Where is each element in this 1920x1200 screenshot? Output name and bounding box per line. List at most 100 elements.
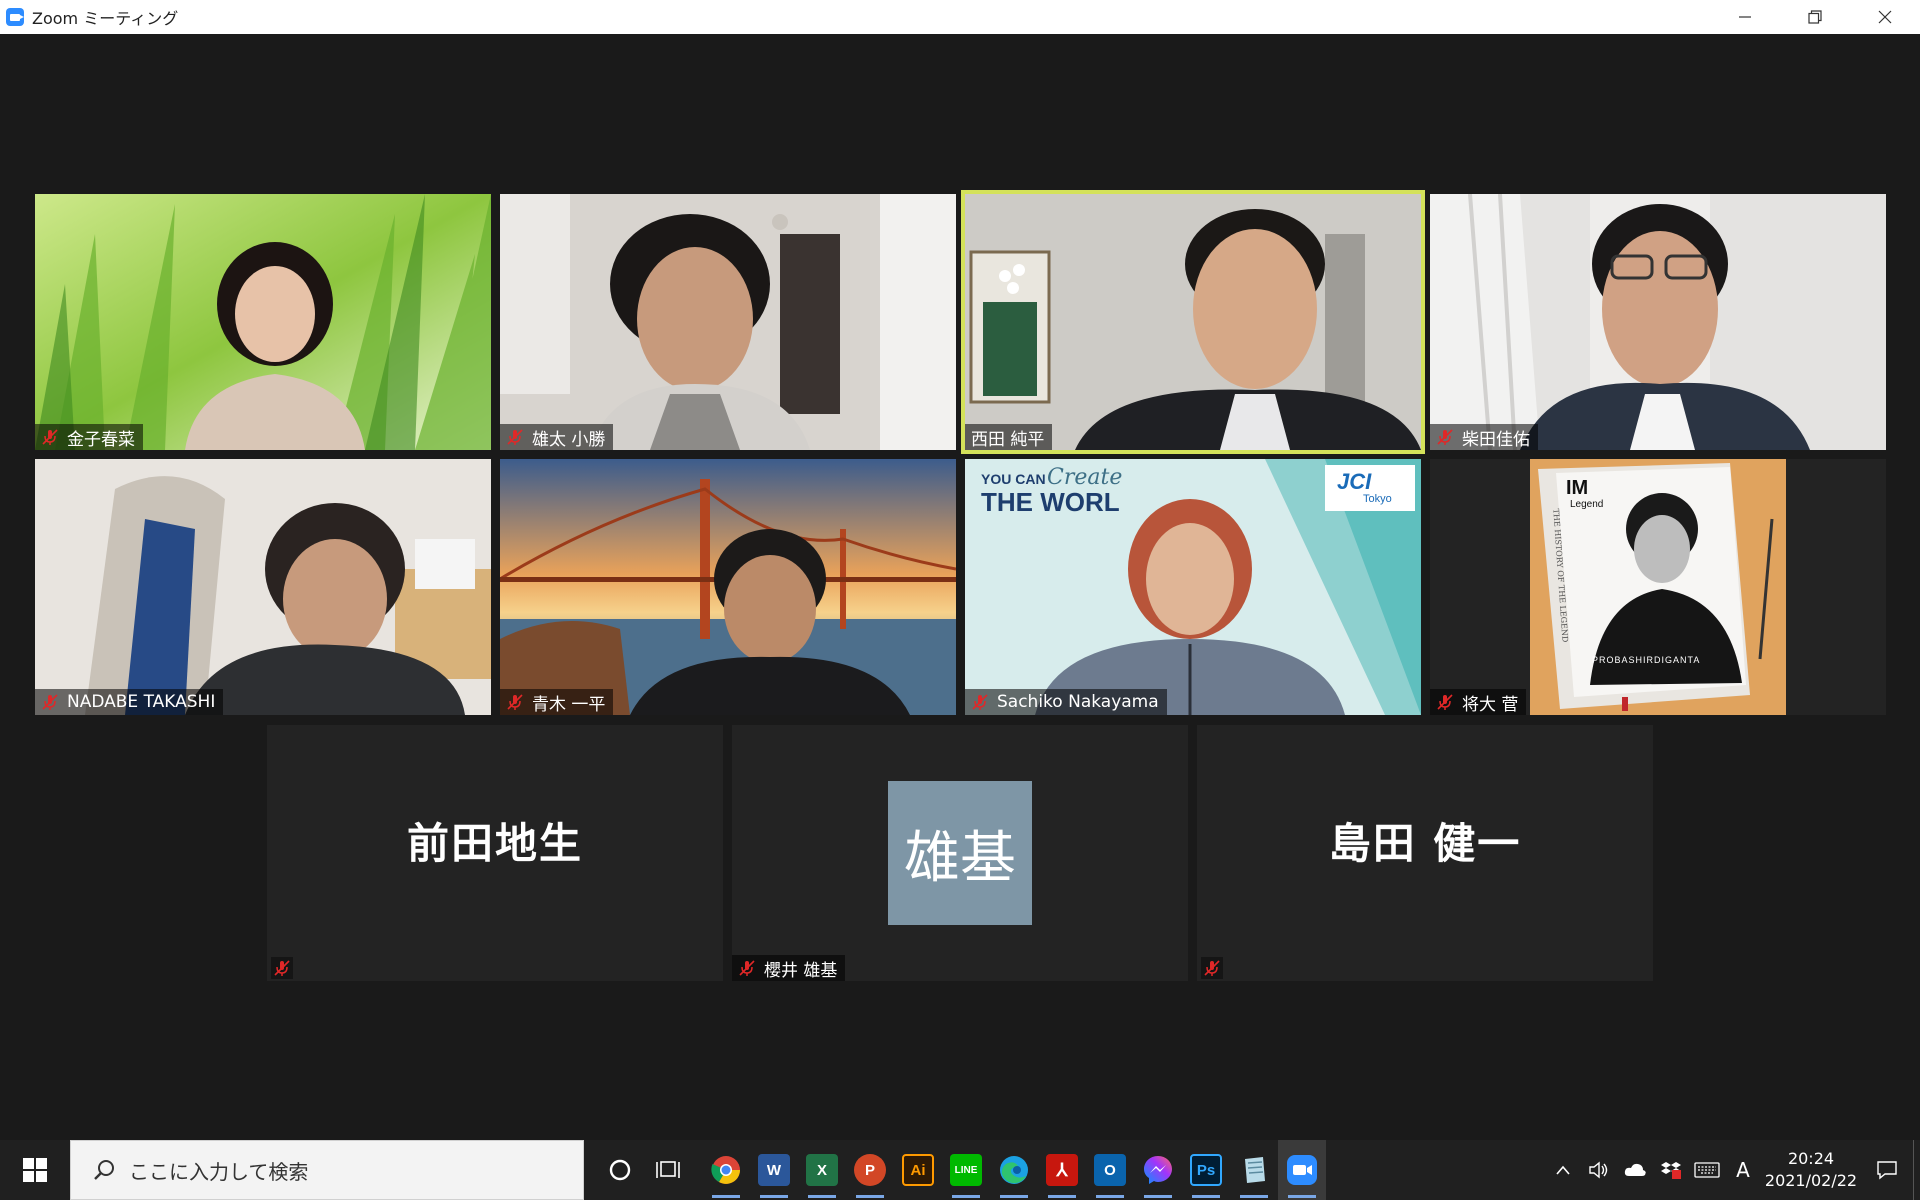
- participant-name-tag: Sachiko Nakayama: [965, 689, 1167, 715]
- mic-muted-icon: [972, 694, 988, 710]
- background-slogan-bottom: THE WORL: [981, 487, 1120, 517]
- edge-icon: [1000, 1156, 1028, 1184]
- keyboard-button[interactable]: [1689, 1140, 1725, 1200]
- video-tile-aoki[interactable]: 青木 一平: [500, 459, 956, 715]
- mic-muted-icon: [507, 694, 523, 710]
- system-tray: A 20:24 2021/02/22: [1545, 1140, 1920, 1200]
- participant-name: Sachiko Nakayama: [997, 692, 1159, 712]
- video-tile-suga[interactable]: IM Legend PROBASHIRDIGANTA THE HISTORY O…: [1430, 459, 1886, 715]
- mic-muted-icon: [1437, 429, 1453, 445]
- search-placeholder: ここに入力して検索: [129, 1159, 309, 1184]
- restore-button[interactable]: [1780, 0, 1850, 34]
- window-controls: [1710, 0, 1920, 34]
- mic-muted-icon: [739, 960, 755, 976]
- jci-logo: JCI: [1337, 469, 1372, 494]
- clock-date: 2021/02/22: [1764, 1171, 1858, 1190]
- speaker-icon: [1589, 1161, 1608, 1179]
- minimize-button[interactable]: [1710, 0, 1780, 34]
- search-icon: [94, 1160, 114, 1180]
- participant-name: 柴田佳佑: [1462, 429, 1530, 450]
- video-tile-sakurai-camera-off[interactable]: 雄基 櫻井 雄基: [732, 725, 1188, 981]
- participant-name: 金子春菜: [67, 429, 135, 450]
- participant-name: 櫻井 雄基: [764, 960, 838, 981]
- participant-name-tag: 雄太 小勝: [500, 424, 614, 450]
- video-tile-nakayama[interactable]: YOU CAN Create THE WORL JCI Tokyo Sachik…: [965, 459, 1421, 715]
- volume-button[interactable]: [1581, 1140, 1617, 1200]
- taskbar-search-box[interactable]: ここに入力して検索: [70, 1140, 584, 1200]
- close-button[interactable]: [1850, 0, 1920, 34]
- taskbar-app-excel[interactable]: X: [798, 1140, 846, 1200]
- excel-icon: X: [806, 1154, 838, 1186]
- taskbar-clock[interactable]: 20:24 2021/02/22: [1761, 1148, 1861, 1192]
- profile-picture: IM Legend PROBASHIRDIGANTA THE HISTORY O…: [1530, 459, 1786, 715]
- windows-logo-icon: [23, 1158, 47, 1182]
- book-logo: IM: [1566, 477, 1589, 499]
- title-bar: Zoom ミーティング: [0, 0, 1920, 35]
- taskbar-app-outlook[interactable]: O: [1086, 1140, 1134, 1200]
- notification-icon: [1877, 1161, 1897, 1180]
- book-subtitle: Legend: [1570, 499, 1604, 510]
- mic-muted-icon: [507, 429, 523, 445]
- video-tile-nadabe[interactable]: NADABE TAKASHI: [35, 459, 491, 715]
- photoshop-icon: Ps: [1190, 1154, 1222, 1186]
- video-tile-shimada-camera-off[interactable]: 島田 健一: [1197, 725, 1653, 981]
- onedrive-button[interactable]: [1617, 1140, 1653, 1200]
- taskbar-app-notepad[interactable]: [1230, 1140, 1278, 1200]
- participant-display-name: 島田 健一: [1328, 818, 1522, 868]
- participant-name: NADABE TAKASHI: [67, 692, 216, 712]
- taskbar-app-photoshop[interactable]: Ps: [1182, 1140, 1230, 1200]
- task-view-icon: [656, 1161, 680, 1178]
- taskbar-app-edge[interactable]: [990, 1140, 1038, 1200]
- participant-name-tag: 将大 菅: [1430, 689, 1527, 715]
- taskbar-app-illustrator[interactable]: Ai: [894, 1140, 942, 1200]
- taskbar-app-line[interactable]: LINE: [942, 1140, 990, 1200]
- video-tile-maeda-camera-off[interactable]: 前田地生: [267, 725, 723, 981]
- participant-name: 西田 純平: [971, 429, 1045, 450]
- taskbar-app-chrome[interactable]: [702, 1140, 750, 1200]
- line-icon: LINE: [950, 1154, 982, 1186]
- participant-name-tag: 柴田佳佑: [1430, 424, 1538, 450]
- chrome-icon: [711, 1156, 740, 1184]
- show-desktop-button[interactable]: [1913, 1140, 1920, 1200]
- taskbar-app-zoom[interactable]: [1278, 1140, 1326, 1200]
- acrobat-icon: ⅄: [1046, 1154, 1078, 1186]
- illustrator-icon: Ai: [902, 1154, 934, 1186]
- gallery-view: 金子春菜 雄太 小勝 西田 純平 柴田佳佑 NADABE TAKASHI 青木 …: [0, 34, 1920, 1140]
- video-tile-shibata[interactable]: 柴田佳佑: [1430, 194, 1886, 450]
- video-feed: [965, 194, 1421, 450]
- participant-name: 雄太 小勝: [532, 429, 606, 450]
- participant-name-tag: 金子春菜: [35, 424, 143, 450]
- cortana-button[interactable]: [596, 1140, 644, 1200]
- task-view-button[interactable]: [644, 1140, 692, 1200]
- background-slogan-top: YOU CAN: [981, 471, 1046, 487]
- dropbox-button[interactable]: [1653, 1140, 1689, 1200]
- video-feed: [1430, 194, 1886, 450]
- book-footer: PROBASHIRDIGANTA: [1592, 655, 1701, 665]
- action-center-button[interactable]: [1861, 1140, 1913, 1200]
- close-icon: [1878, 10, 1892, 24]
- mic-muted-icon: [42, 694, 58, 710]
- cortana-icon: [609, 1159, 631, 1181]
- video-feed: [35, 194, 491, 450]
- taskbar-app-acrobat[interactable]: ⅄: [1038, 1140, 1086, 1200]
- participant-name-tag: 西田 純平: [965, 424, 1053, 450]
- zoom-icon: [1287, 1155, 1317, 1185]
- participant-name-tag: 櫻井 雄基: [732, 955, 846, 981]
- participant-avatar: 雄基: [888, 781, 1032, 925]
- keyboard-icon: [1694, 1162, 1720, 1178]
- video-tile-kokatsu[interactable]: 雄太 小勝: [500, 194, 956, 450]
- participant-display-name: 前田地生: [406, 818, 583, 868]
- powerpoint-icon: P: [854, 1154, 886, 1186]
- taskbar-app-powerpoint[interactable]: P: [846, 1140, 894, 1200]
- cloud-icon: [1624, 1163, 1646, 1176]
- video-tile-nishida-active-speaker[interactable]: 西田 純平: [961, 190, 1425, 454]
- taskbar-app-messenger[interactable]: [1134, 1140, 1182, 1200]
- start-button[interactable]: [0, 1140, 70, 1200]
- outlook-icon: O: [1094, 1154, 1126, 1186]
- video-tile-kaneko[interactable]: 金子春菜: [35, 194, 491, 450]
- video-feed: [500, 459, 956, 715]
- ime-indicator[interactable]: A: [1725, 1140, 1761, 1200]
- mic-muted-icon: [1204, 960, 1220, 976]
- show-hidden-icons-button[interactable]: [1545, 1140, 1581, 1200]
- taskbar-app-word[interactable]: W: [750, 1140, 798, 1200]
